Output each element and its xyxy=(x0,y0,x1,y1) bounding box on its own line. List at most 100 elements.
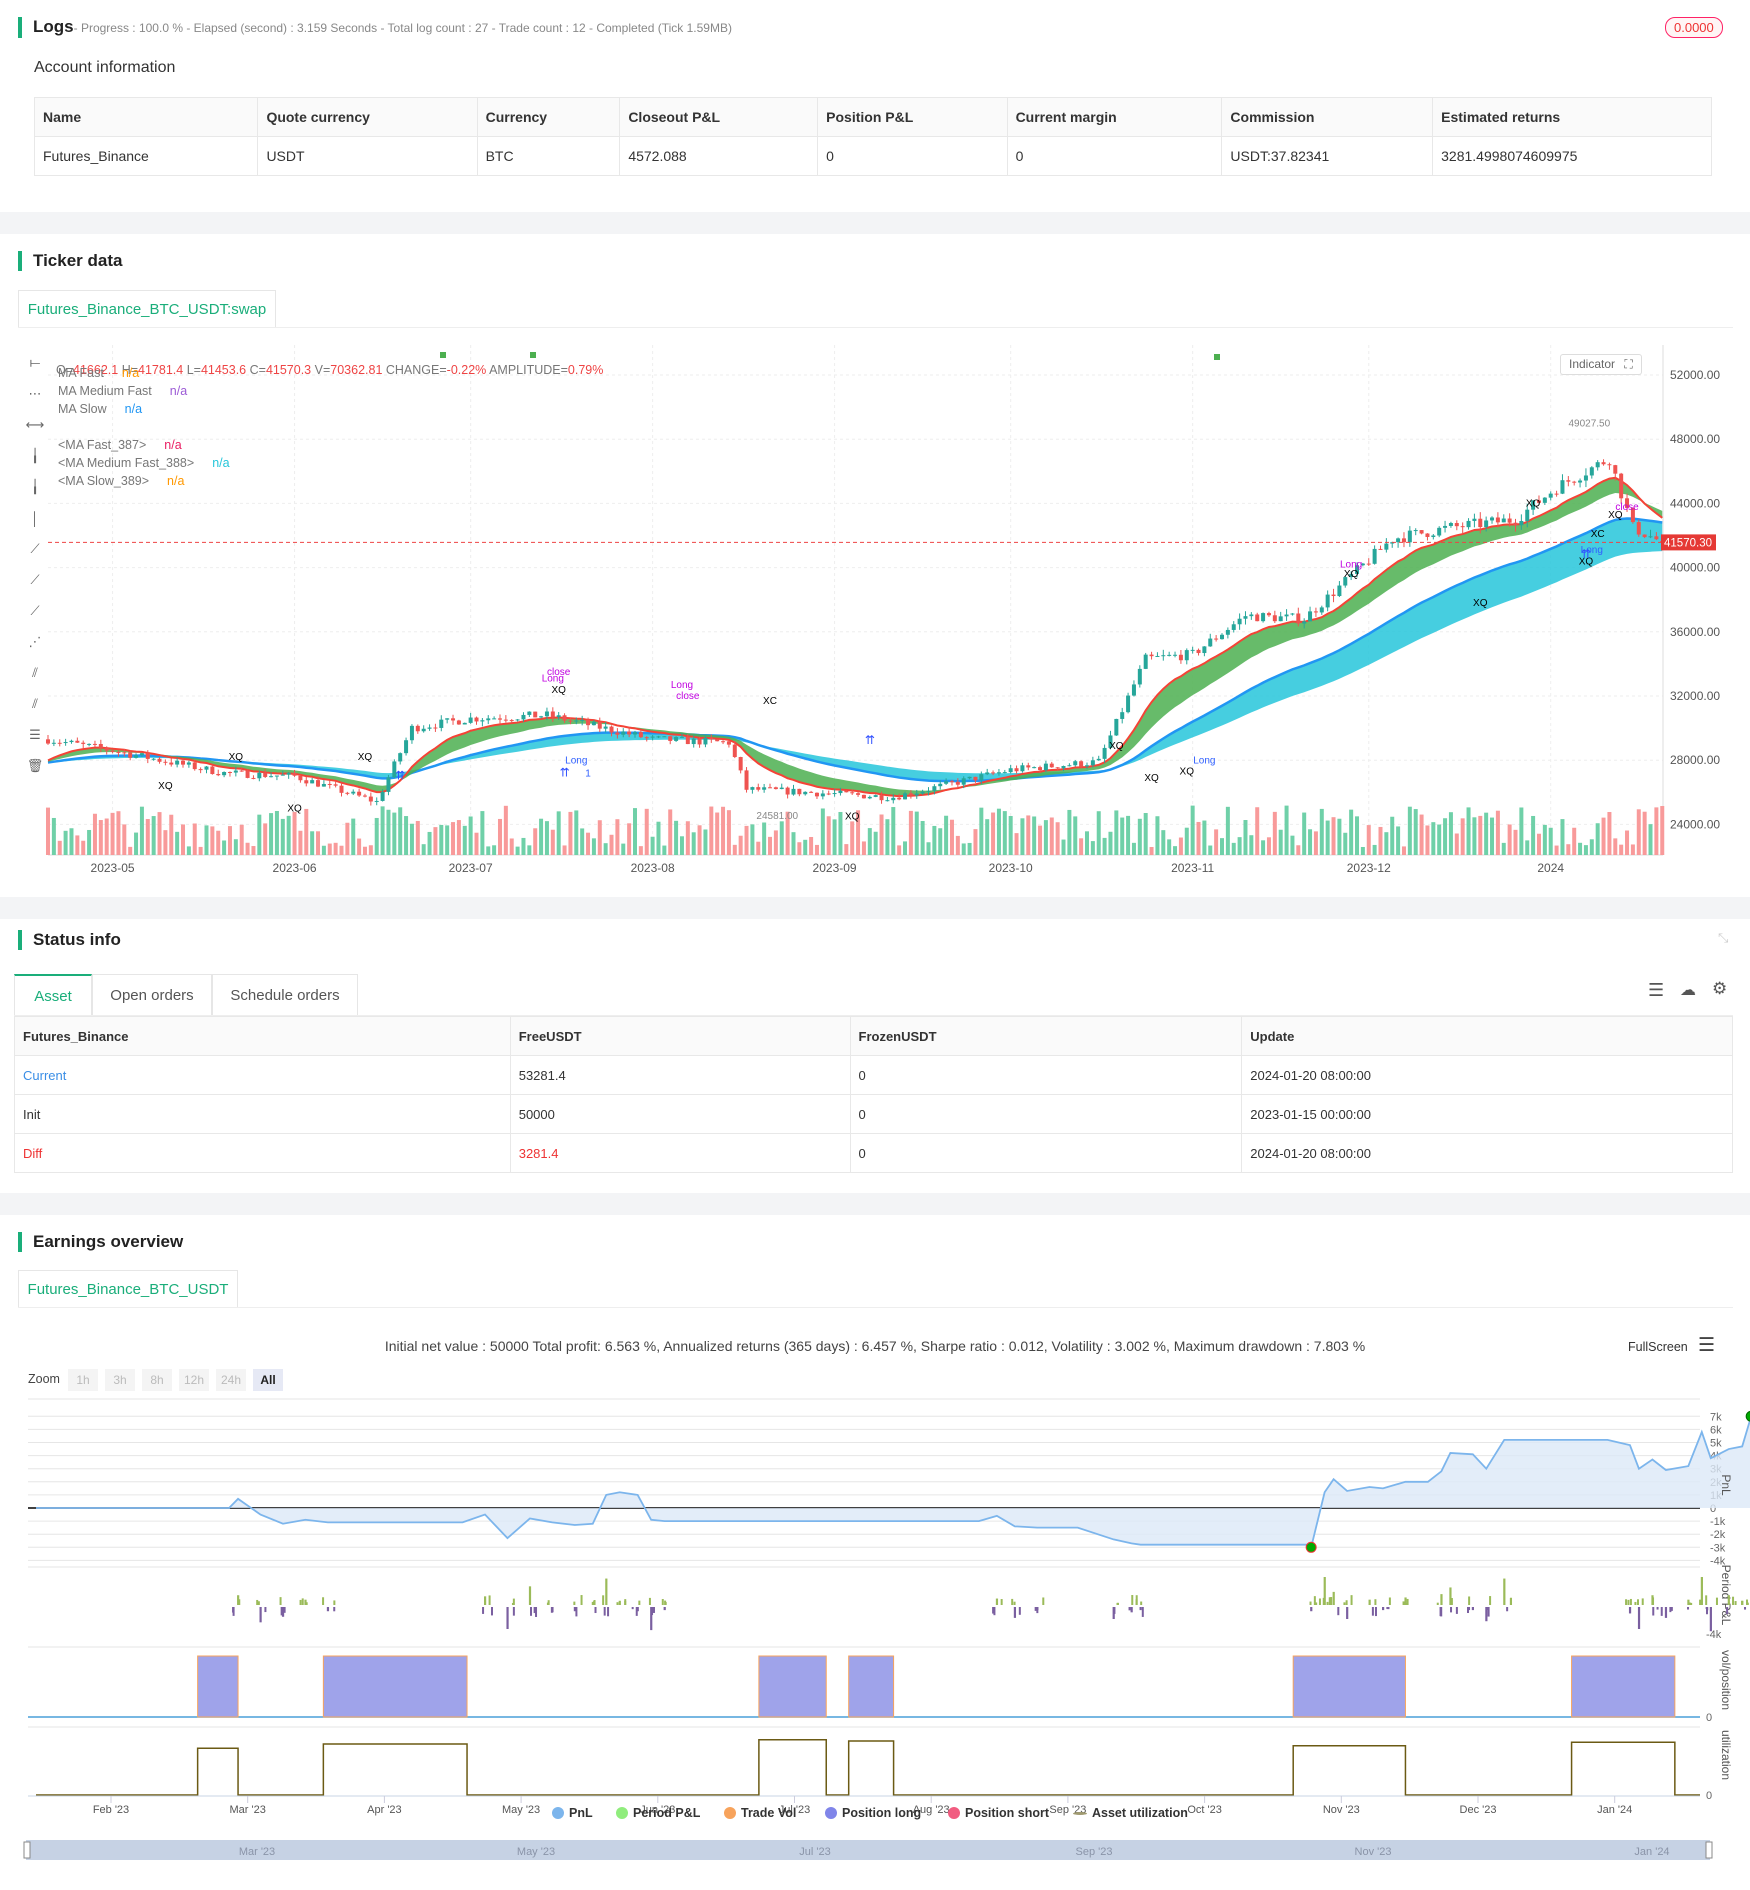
candle-body xyxy=(1431,535,1436,537)
volume-bar xyxy=(1466,807,1471,855)
legend-item-pnl[interactable]: PnL xyxy=(552,1806,593,1820)
menu-icon[interactable]: ☰ xyxy=(1698,1334,1715,1357)
period-pnl-bar xyxy=(1455,1607,1458,1614)
profit-badge: 0.0000 xyxy=(1665,17,1723,38)
table-cell: 50000 xyxy=(509,1094,851,1134)
cloud-download-icon[interactable]: ☁ xyxy=(1680,980,1696,1000)
period-pnl-bar xyxy=(1328,1597,1331,1605)
volume-bar xyxy=(938,828,943,855)
divider xyxy=(0,897,1750,919)
tab-ticker-symbol[interactable]: Futures_Binance_BTC_USDT:swap xyxy=(18,290,276,328)
volume-bar xyxy=(1161,830,1166,855)
period-pnl-bar xyxy=(1627,1599,1630,1605)
candle-body xyxy=(474,717,479,722)
period-pnl-bar xyxy=(995,1598,999,1605)
trade-marker: Long xyxy=(542,674,564,685)
legend-item-trade-vol[interactable]: Trade Vol xyxy=(724,1806,796,1820)
candle-body xyxy=(967,776,972,779)
legend-item-asset-utilization[interactable]: Asset utilization xyxy=(1073,1806,1188,1820)
volume-bar xyxy=(615,819,620,855)
volume-bar xyxy=(1067,809,1072,855)
candle-body xyxy=(820,793,825,797)
legend-item-position-short[interactable]: Position short xyxy=(948,1806,1049,1820)
zoom-All-button[interactable]: All xyxy=(253,1369,283,1391)
candle-body xyxy=(1114,718,1119,736)
volume-bar xyxy=(1214,829,1219,855)
settings-icon[interactable]: ⚙ xyxy=(1712,979,1727,999)
zoom-1h-button[interactable]: 1h xyxy=(68,1369,98,1391)
candle-body xyxy=(1607,464,1612,466)
candle-body xyxy=(891,797,896,801)
tab-earnings-symbol[interactable]: Futures_Binance_BTC_USDT xyxy=(18,1270,238,1308)
collapse-icon[interactable]: ⤡ xyxy=(1718,930,1728,946)
volume-bar xyxy=(656,821,661,855)
period-pnl-bar xyxy=(232,1607,235,1616)
period-pnl-bar xyxy=(1468,1596,1471,1605)
candle-body xyxy=(186,762,191,765)
navigator-handle-left[interactable] xyxy=(23,1841,31,1859)
zoom-8h-button[interactable]: 8h xyxy=(142,1369,172,1391)
fullscreen-button[interactable]: FullScreen xyxy=(1628,1340,1688,1354)
candle-body xyxy=(1583,475,1588,481)
trade-marker: XQ xyxy=(1344,569,1359,580)
zoom-24h-button[interactable]: 24h xyxy=(216,1369,246,1391)
navigator-scrollbar[interactable]: Mar '23 May '23 Jul '23 Sep '23 Nov '23 Jan '… xyxy=(0,1838,1750,1864)
table-cell[interactable]: Current xyxy=(14,1055,511,1095)
volume-bar xyxy=(791,832,796,855)
candle-body xyxy=(304,780,309,784)
indicator-button[interactable]: Indicator ⛶ xyxy=(1560,354,1642,375)
status-title: Status info xyxy=(18,930,121,950)
period-pnl-bar xyxy=(1346,1607,1349,1619)
period-pnl-bar xyxy=(482,1607,485,1614)
navigator-handle-right[interactable] xyxy=(1705,1841,1713,1859)
candle-body xyxy=(1096,758,1101,761)
tab-schedule-orders[interactable]: Schedule orders xyxy=(212,974,358,1016)
column-header: Quote currency xyxy=(257,97,478,137)
legend-value: n/a xyxy=(169,384,188,398)
volume-bar xyxy=(398,807,403,855)
candle-body xyxy=(850,792,855,794)
volume-bar xyxy=(1484,812,1489,855)
period-pnl-bar xyxy=(1313,1596,1316,1605)
legend-item-position-long[interactable]: Position long xyxy=(825,1806,921,1820)
zoom-12h-button[interactable]: 12h xyxy=(179,1369,209,1391)
period-pnl-bar xyxy=(652,1607,655,1613)
volume-bar xyxy=(245,842,250,855)
expand-icon[interactable]: ⛶ xyxy=(1624,357,1632,371)
legend-item-period-pl[interactable]: Period P&L xyxy=(616,1806,700,1820)
candle-body xyxy=(562,715,567,721)
column-header: FrozenUSDT xyxy=(849,1016,1243,1056)
price-tick: 24000.00 xyxy=(1670,817,1720,831)
volume-bar xyxy=(480,811,485,855)
volume-bar xyxy=(210,826,215,855)
position-long-block xyxy=(322,1655,468,1718)
zoom-3h-button[interactable]: 3h xyxy=(105,1369,135,1391)
list-icon[interactable]: ☰ xyxy=(1648,980,1664,1001)
tab-open-orders[interactable]: Open orders xyxy=(92,974,212,1016)
candle-body xyxy=(1302,621,1307,624)
legend-name: MA Slow xyxy=(58,402,107,416)
candle-body xyxy=(1636,522,1641,535)
legend-value: n/a xyxy=(164,438,182,452)
volume-bar xyxy=(415,820,420,855)
month-label: Jan '24 xyxy=(1597,1804,1632,1816)
volume-bar xyxy=(1149,846,1154,855)
tab-asset[interactable]: Asset xyxy=(14,974,92,1016)
volume-bar xyxy=(597,820,602,855)
candle-body xyxy=(679,736,684,738)
candle-body xyxy=(345,792,350,794)
volume-bar xyxy=(955,835,960,855)
candle-body xyxy=(1601,462,1606,465)
volume-bar xyxy=(638,846,643,855)
change-value: -0.22% xyxy=(446,363,487,377)
legend-marker xyxy=(825,1807,837,1819)
candle-body xyxy=(374,800,379,802)
period-pnl-bar xyxy=(1011,1598,1014,1605)
period-pnl-bar xyxy=(1726,1607,1729,1615)
volume-bar xyxy=(1090,841,1095,855)
candle-body xyxy=(1372,548,1377,564)
candle-body xyxy=(1560,480,1565,494)
candle-body xyxy=(1337,585,1342,597)
candle-body xyxy=(327,783,332,785)
period-pnl-bar xyxy=(1715,1597,1718,1605)
